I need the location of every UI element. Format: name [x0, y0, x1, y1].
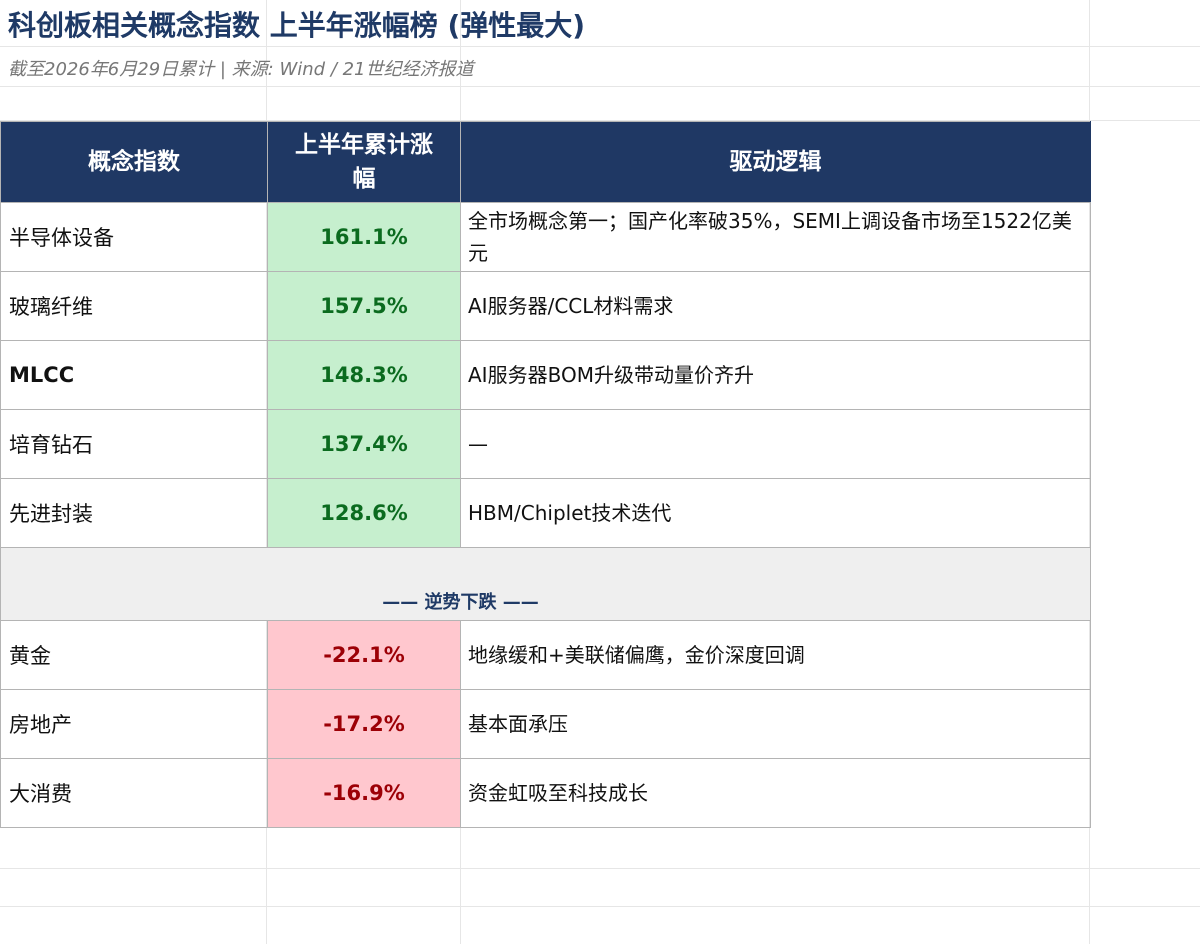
logic-cell[interactable]: 地缘缓和+美联储偏鹰，金价深度回调 [460, 620, 1091, 690]
logic-cell[interactable]: AI服务器BOM升级带动量价齐升 [460, 340, 1091, 410]
table-row[interactable]: 半导体设备 161.1% 全市场概念第一；国产化率破35%，SEMI上调设备市场… [0, 202, 1091, 272]
column-header-logic[interactable]: 驱动逻辑 [460, 121, 1091, 203]
logic-cell[interactable]: 全市场概念第一；国产化率破35%，SEMI上调设备市场至1522亿美元 [460, 202, 1091, 272]
table-row[interactable]: MLCC 148.3% AI服务器BOM升级带动量价齐升 [0, 340, 1091, 410]
section-separator-cell[interactable]: —— 逆势下跌 —— [0, 547, 1091, 621]
gain-value-cell[interactable]: 128.6% [267, 478, 461, 548]
section-separator-row: —— 逆势下跌 —— [0, 547, 1091, 621]
concept-name-cell[interactable]: 玻璃纤维 [0, 271, 268, 341]
column-header-concept[interactable]: 概念指数 [0, 121, 268, 203]
page-title: 科创板相关概念指数 上半年涨幅榜 (弹性最大) [8, 9, 586, 42]
gain-value-cell[interactable]: 148.3% [267, 340, 461, 410]
concept-name-cell[interactable]: 黄金 [0, 620, 268, 690]
grid-line [0, 868, 1200, 869]
table-row[interactable]: 玻璃纤维 157.5% AI服务器/CCL材料需求 [0, 271, 1091, 341]
logic-cell[interactable]: HBM/Chiplet技术迭代 [460, 478, 1091, 548]
grid-line [0, 46, 1200, 47]
gain-value-cell[interactable]: 137.4% [267, 409, 461, 479]
concept-name-cell[interactable]: 大消费 [0, 758, 268, 828]
table-row[interactable]: 先进封装 128.6% HBM/Chiplet技术迭代 [0, 478, 1091, 548]
concept-name-cell[interactable]: 培育钻石 [0, 409, 268, 479]
table-header-row: 概念指数 上半年累计涨幅 驱动逻辑 [0, 121, 1091, 203]
loss-value-cell[interactable]: -16.9% [267, 758, 461, 828]
column-header-gain-label: 上半年累计涨幅 [295, 132, 433, 192]
grid-line [0, 906, 1200, 907]
concept-name-cell[interactable]: MLCC [0, 340, 268, 410]
spreadsheet-page: 科创板相关概念指数 上半年涨幅榜 (弹性最大) 截至2026年6月29日累计 |… [0, 0, 1200, 944]
table-row[interactable]: 房地产 -17.2% 基本面承压 [0, 689, 1091, 759]
loss-value-cell[interactable]: -17.2% [267, 689, 461, 759]
logic-cell[interactable]: AI服务器/CCL材料需求 [460, 271, 1091, 341]
logic-cell[interactable]: 基本面承压 [460, 689, 1091, 759]
loss-value-cell[interactable]: -22.1% [267, 620, 461, 690]
concept-name-cell[interactable]: 半导体设备 [0, 202, 268, 272]
table-row[interactable]: 大消费 -16.9% 资金虹吸至科技成长 [0, 758, 1091, 828]
table-row[interactable]: 培育钻石 137.4% — [0, 409, 1091, 479]
logic-cell[interactable]: — [460, 409, 1091, 479]
column-header-gain[interactable]: 上半年累计涨幅 [267, 121, 461, 203]
logic-cell[interactable]: 资金虹吸至科技成长 [460, 758, 1091, 828]
table-row[interactable]: 黄金 -22.1% 地缘缓和+美联储偏鹰，金价深度回调 [0, 620, 1091, 690]
grid-line [0, 86, 1200, 87]
gain-value-cell[interactable]: 157.5% [267, 271, 461, 341]
concept-name-cell[interactable]: 房地产 [0, 689, 268, 759]
source-note: 截至2026年6月29日累计 | 来源: Wind / 21世纪经济报道 [8, 59, 474, 80]
gain-value-cell[interactable]: 161.1% [267, 202, 461, 272]
section-separator-label: —— 逆势下跌 —— [382, 592, 539, 613]
concept-name-cell[interactable]: 先进封装 [0, 478, 268, 548]
concept-index-table: 概念指数 上半年累计涨幅 驱动逻辑 半导体设备 161.1% 全市场概念第一；国… [0, 121, 1091, 828]
